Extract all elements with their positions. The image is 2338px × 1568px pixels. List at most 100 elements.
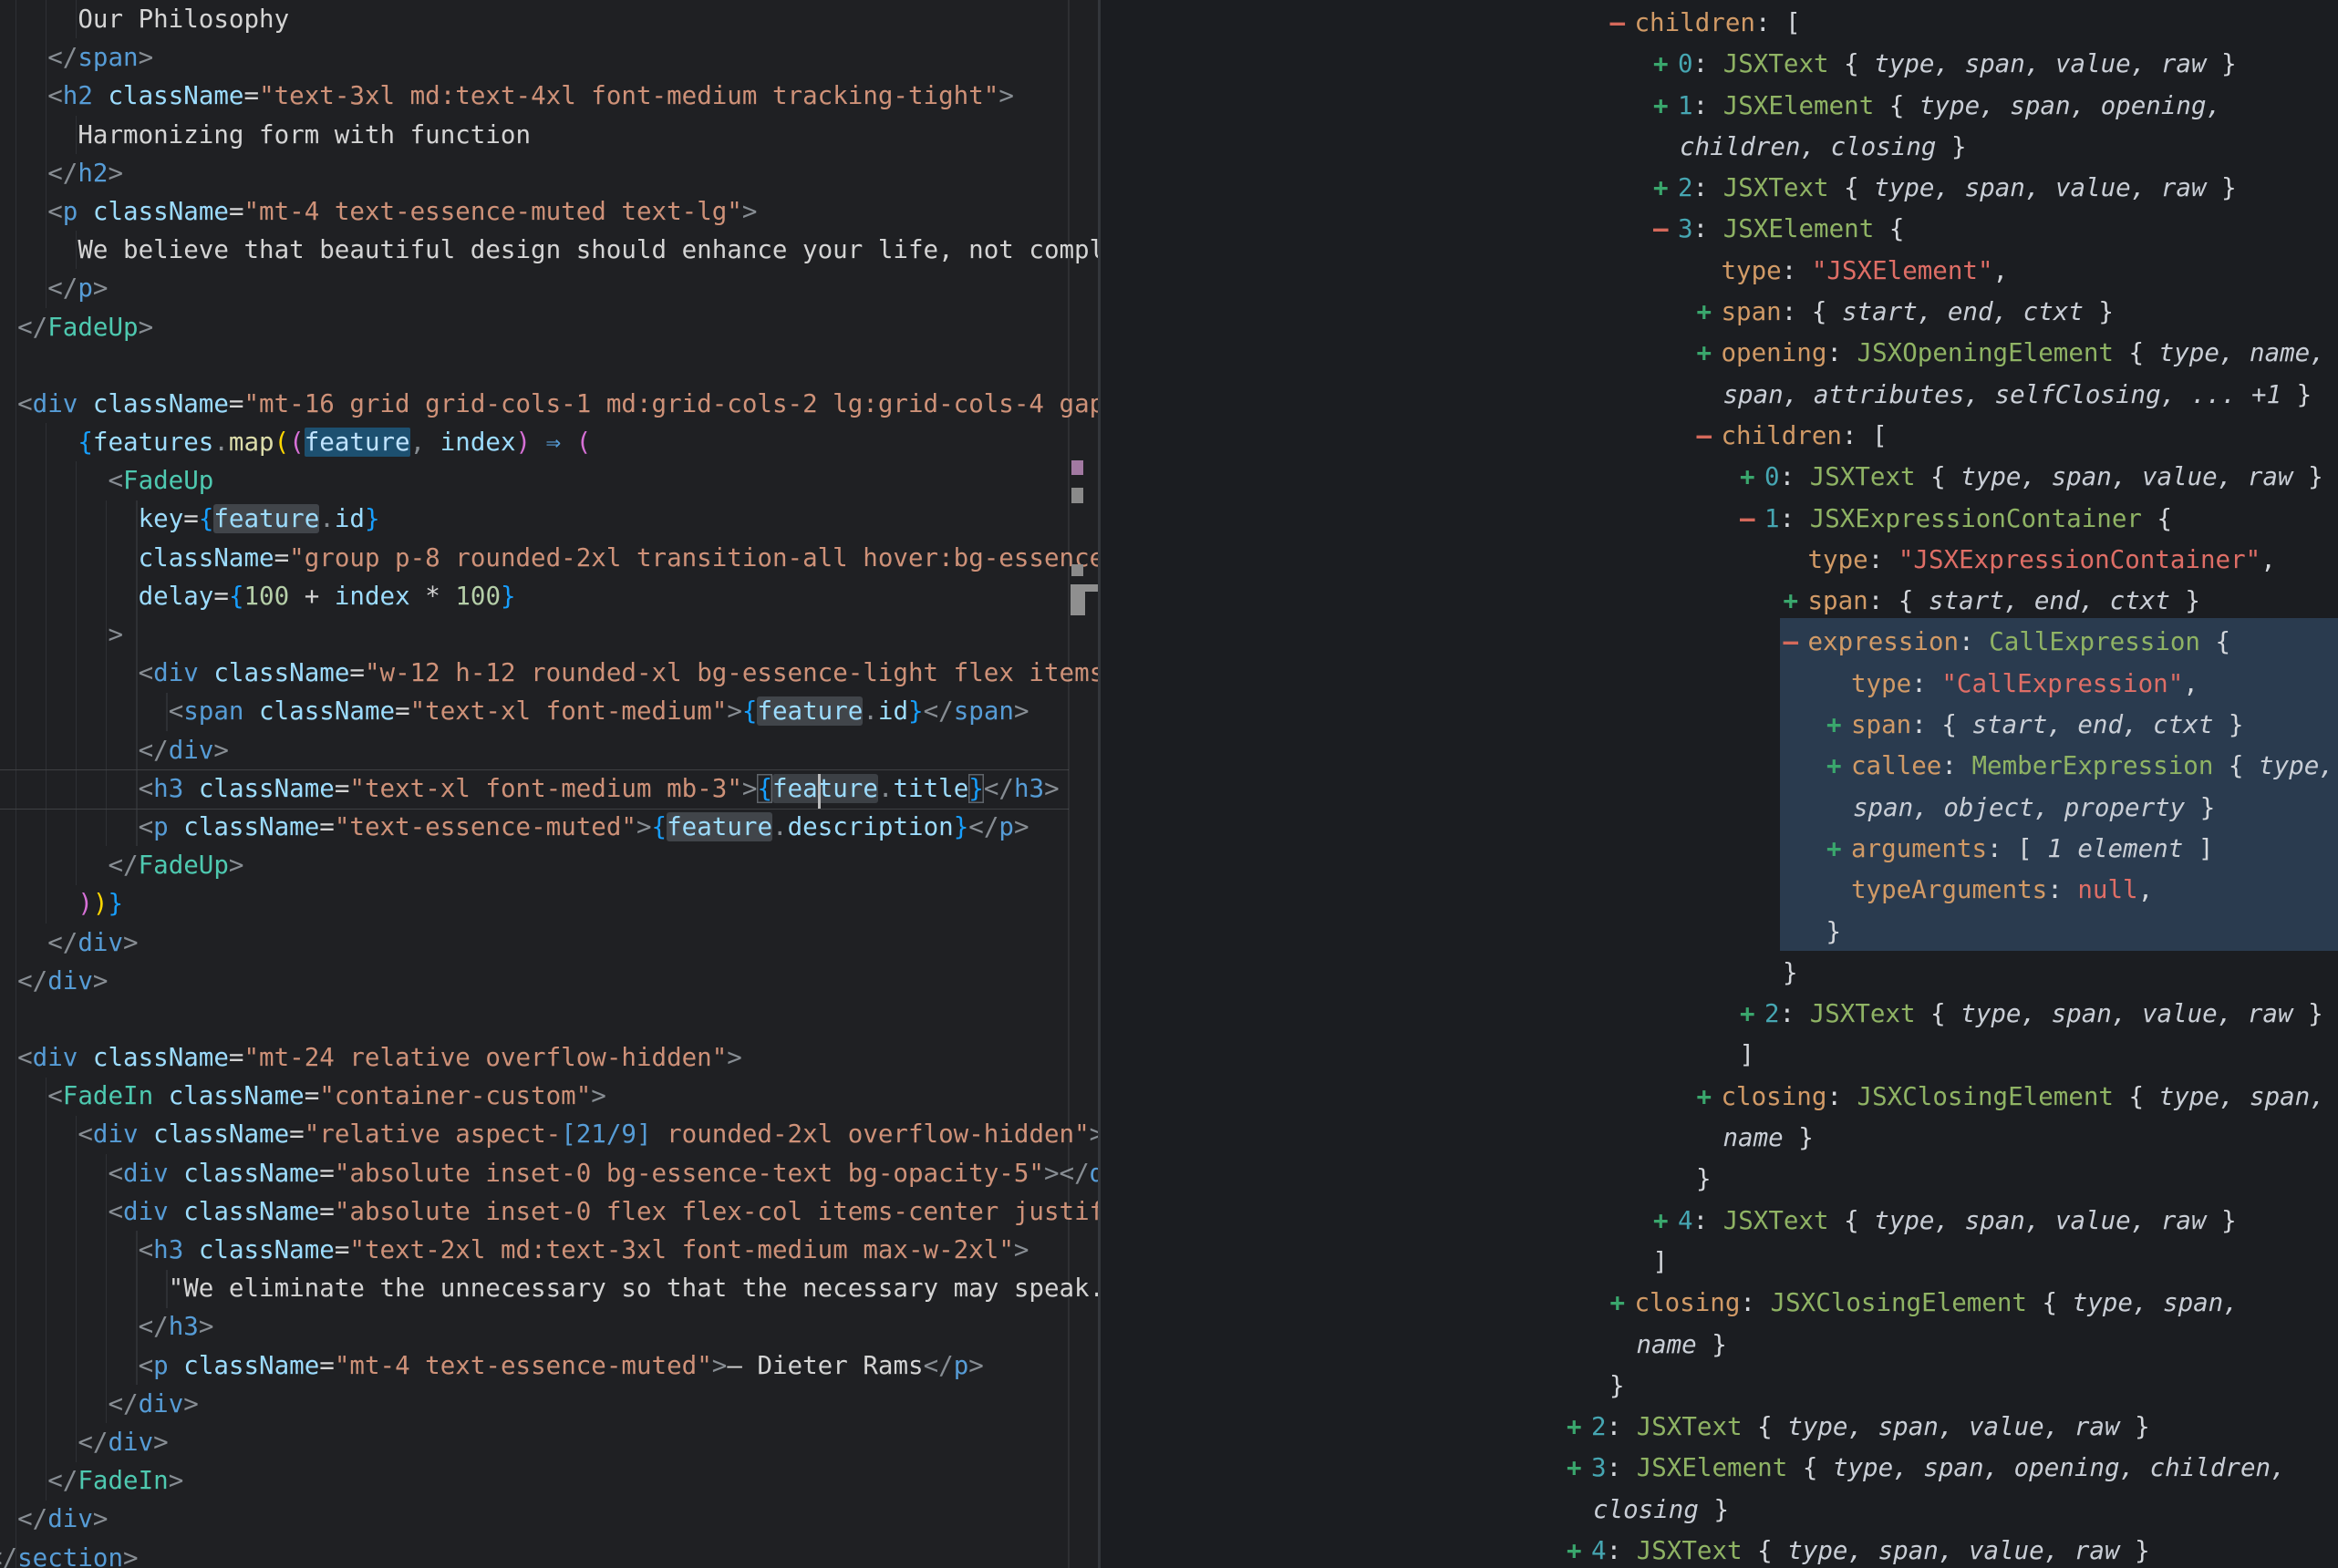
code-line[interactable]: </section>: [0, 1539, 1098, 1568]
ast-tree-pane[interactable]: –children: [+0: JSXText { type, span, va…: [1101, 0, 2338, 1568]
ast-row[interactable]: typeArguments: null,: [1101, 870, 2338, 911]
code-line[interactable]: <span className="text-xl font-medium">{f…: [0, 692, 1098, 730]
expand-icon[interactable]: +: [1826, 829, 1842, 870]
code-line[interactable]: </div>: [0, 1500, 1098, 1538]
code-line[interactable]: "We eliminate the unnecessary so that th…: [0, 1269, 1098, 1307]
ast-row[interactable]: +closing: JSXClosingElement { type, span…: [1101, 1077, 2338, 1118]
ast-row[interactable]: ]: [1101, 1035, 2338, 1076]
ast-row[interactable]: span, object, property }: [1101, 788, 2338, 829]
code-line[interactable]: </FadeUp>: [0, 308, 1098, 346]
code-line[interactable]: <FadeIn className="container-custom">: [0, 1077, 1098, 1115]
code-line[interactable]: <div className="absolute inset-0 flex fl…: [0, 1192, 1098, 1231]
expand-icon[interactable]: +: [1697, 333, 1712, 374]
code-line[interactable]: <p className="text-essence-muted">{featu…: [0, 808, 1098, 846]
ast-row[interactable]: type: "JSXElement",: [1101, 251, 2338, 292]
code-line[interactable]: </h2>: [0, 154, 1098, 192]
code-line[interactable]: key={feature.id}: [0, 500, 1098, 538]
ast-row[interactable]: type: "CallExpression",: [1101, 664, 2338, 705]
ast-row[interactable]: type: "JSXExpressionContainer",: [1101, 540, 2338, 581]
ast-row[interactable]: ]: [1101, 1242, 2338, 1283]
expand-icon[interactable]: +: [1826, 705, 1842, 746]
code-line[interactable]: <p className="mt-4 text-essence-muted te…: [0, 192, 1098, 231]
code-line[interactable]: <FadeUp: [0, 461, 1098, 500]
ast-row[interactable]: +opening: JSXOpeningElement { type, name…: [1101, 333, 2338, 374]
code-line[interactable]: Our Philosophy: [0, 0, 1098, 38]
ast-row[interactable]: +2: JSXText { type, span, value, raw }: [1101, 994, 2338, 1035]
overview-ruler[interactable]: [1068, 0, 1070, 1568]
expand-icon[interactable]: +: [1740, 994, 1755, 1035]
collapse-icon[interactable]: –: [1653, 209, 1669, 250]
ast-row[interactable]: –children: [: [1101, 416, 2338, 457]
expand-icon[interactable]: +: [1740, 457, 1755, 498]
ast-row[interactable]: –1: JSXExpressionContainer {: [1101, 499, 2338, 540]
ast-row[interactable]: +arguments: [ 1 element ]: [1101, 829, 2338, 870]
code-line[interactable]: <h3 className="text-xl font-medium mb-3"…: [0, 769, 1098, 808]
code-line[interactable]: [0, 1000, 1098, 1038]
code-line[interactable]: </h3>: [0, 1307, 1098, 1346]
ast-row[interactable]: +2: JSXText { type, span, value, raw }: [1101, 1407, 2338, 1448]
ast-row[interactable]: children, closing }: [1101, 127, 2338, 168]
ast-row[interactable]: +3: JSXElement { type, span, opening, ch…: [1101, 1448, 2338, 1489]
code-line[interactable]: >: [0, 615, 1098, 654]
code-line[interactable]: className="group p-8 rounded-2xl transit…: [0, 539, 1098, 577]
ast-row[interactable]: +callee: MemberExpression { type,: [1101, 746, 2338, 787]
code-line[interactable]: </div>: [0, 923, 1098, 962]
expand-icon[interactable]: +: [1567, 1407, 1582, 1448]
expand-icon[interactable]: +: [1653, 1201, 1669, 1242]
collapse-icon[interactable]: –: [1784, 622, 1799, 663]
ast-row[interactable]: closing }: [1101, 1490, 2338, 1531]
code-line[interactable]: <div className="mt-24 relative overflow-…: [0, 1038, 1098, 1077]
collapse-icon[interactable]: –: [1740, 499, 1755, 540]
code-line[interactable]: </p>: [0, 269, 1098, 307]
code-line[interactable]: </div>: [0, 1423, 1098, 1461]
code-line[interactable]: ))}: [0, 884, 1098, 923]
ast-row[interactable]: –expression: CallExpression {: [1101, 622, 2338, 663]
code-line[interactable]: <div className="w-12 h-12 rounded-xl bg-…: [0, 654, 1098, 692]
ast-row[interactable]: }: [1101, 912, 2338, 953]
code-line[interactable]: </FadeIn>: [0, 1461, 1098, 1500]
code-line[interactable]: <div className="mt-16 grid grid-cols-1 m…: [0, 385, 1098, 423]
code-line[interactable]: </div>: [0, 731, 1098, 769]
code-line[interactable]: <div className="relative aspect-[21/9] r…: [0, 1115, 1098, 1153]
ast-row[interactable]: }: [1101, 953, 2338, 994]
ast-row[interactable]: }: [1101, 1159, 2338, 1200]
code-line[interactable]: </div>: [0, 962, 1098, 1000]
code-line[interactable]: <h2 className="text-3xl md:text-4xl font…: [0, 77, 1098, 115]
code-line[interactable]: </FadeUp>: [0, 846, 1098, 884]
code-line[interactable]: </div>: [0, 1385, 1098, 1423]
code-line[interactable]: </span>: [0, 38, 1098, 77]
expand-icon[interactable]: +: [1784, 581, 1799, 622]
ast-row[interactable]: –3: JSXElement {: [1101, 209, 2338, 250]
expand-icon[interactable]: +: [1697, 1077, 1712, 1118]
expand-icon[interactable]: +: [1653, 86, 1669, 127]
ast-row[interactable]: +4: JSXText { type, span, value, raw }: [1101, 1531, 2338, 1568]
ast-row[interactable]: +1: JSXElement { type, span, opening,: [1101, 86, 2338, 127]
ast-row[interactable]: name }: [1101, 1325, 2338, 1366]
code-line[interactable]: <div className="absolute inset-0 bg-esse…: [0, 1154, 1098, 1192]
ast-row[interactable]: +4: JSXText { type, span, value, raw }: [1101, 1201, 2338, 1242]
expand-icon[interactable]: +: [1826, 746, 1842, 787]
expand-icon[interactable]: +: [1610, 1283, 1626, 1324]
ast-row[interactable]: +0: JSXText { type, span, value, raw }: [1101, 457, 2338, 498]
code-line[interactable]: {features.map((feature, index) ⇒ (: [0, 423, 1098, 461]
code-editor-pane[interactable]: Our Philosophy </span> <h2 className="te…: [0, 0, 1098, 1568]
ast-row[interactable]: +span: { start, end, ctxt }: [1101, 705, 2338, 746]
code-line[interactable]: delay={100 + index * 100}: [0, 577, 1098, 615]
expand-icon[interactable]: +: [1567, 1531, 1582, 1568]
ast-row[interactable]: +span: { start, end, ctxt }: [1101, 292, 2338, 333]
collapse-icon[interactable]: –: [1697, 416, 1712, 457]
expand-icon[interactable]: +: [1653, 168, 1669, 209]
code-line[interactable]: <h3 className="text-2xl md:text-3xl font…: [0, 1231, 1098, 1269]
expand-icon[interactable]: +: [1697, 292, 1712, 333]
ast-row[interactable]: span, attributes, selfClosing, ... +1 }: [1101, 375, 2338, 416]
ast-row[interactable]: –children: [: [1101, 3, 2338, 44]
code-line[interactable]: Harmonizing form with function: [0, 116, 1098, 154]
ast-row[interactable]: +closing: JSXClosingElement { type, span…: [1101, 1283, 2338, 1324]
ast-row[interactable]: }: [1101, 1366, 2338, 1407]
collapse-icon[interactable]: –: [1610, 3, 1626, 44]
code-line[interactable]: <p className="mt-4 text-essence-muted">—…: [0, 1346, 1098, 1385]
ast-row[interactable]: +2: JSXText { type, span, value, raw }: [1101, 168, 2338, 209]
ast-row[interactable]: +span: { start, end, ctxt }: [1101, 581, 2338, 622]
ast-row[interactable]: name }: [1101, 1118, 2338, 1159]
code-line[interactable]: We believe that beautiful design should …: [0, 231, 1098, 269]
